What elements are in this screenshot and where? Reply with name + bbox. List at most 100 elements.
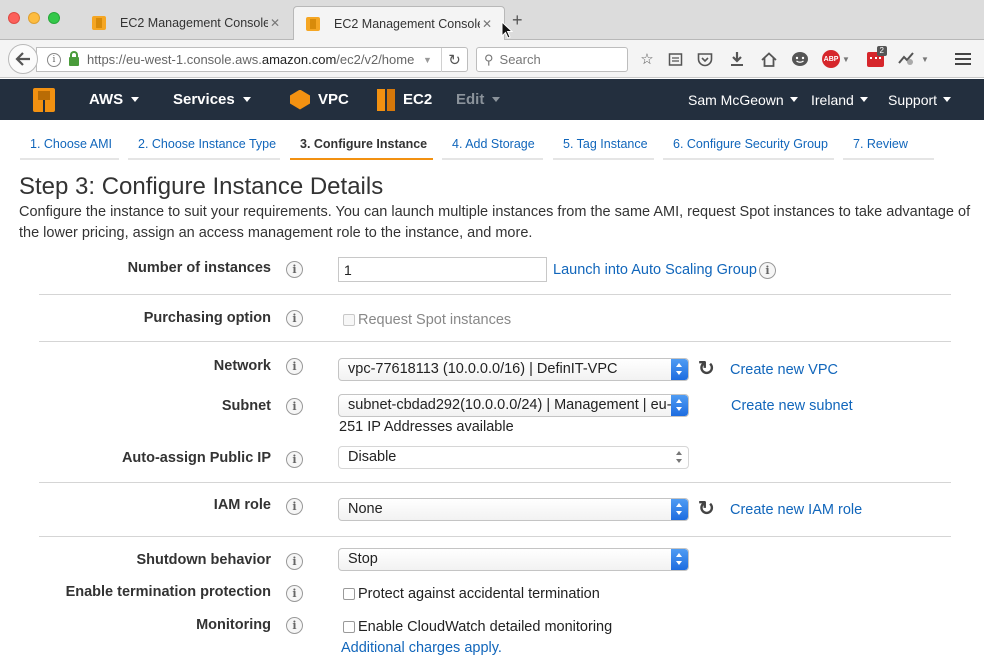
network-label: Network	[213, 358, 271, 374]
create-iam-role-link[interactable]: Create new IAM role	[730, 502, 862, 518]
notifications-icon[interactable]: 2	[864, 45, 887, 70]
menu-icon[interactable]	[952, 48, 974, 70]
refresh-icon[interactable]: ↻	[698, 359, 718, 379]
support-menu[interactable]: Support	[888, 79, 952, 120]
chat-icon[interactable]	[789, 48, 811, 70]
lock-icon	[69, 51, 79, 66]
spot-instances-checkbox[interactable]	[343, 314, 355, 326]
search-input[interactable]: Search	[500, 52, 541, 67]
select-arrows-icon	[671, 447, 688, 468]
close-tab-icon[interactable]: ✕	[480, 17, 494, 31]
search-bar[interactable]: ⚲ Search	[476, 47, 628, 72]
create-subnet-link[interactable]: Create new subnet	[731, 398, 853, 414]
step-choose-ami[interactable]: 1. Choose AMI	[20, 137, 119, 160]
termination-protection-checkbox[interactable]	[343, 588, 355, 600]
close-window-button[interactable]	[8, 12, 20, 24]
select-arrows-icon	[671, 359, 688, 380]
iam-role-select[interactable]: None	[338, 498, 689, 521]
edit-menu[interactable]: Edit	[456, 79, 501, 120]
chevron-down-icon	[943, 97, 952, 102]
iam-role-select-value: None	[348, 501, 383, 517]
pocket-icon[interactable]	[694, 48, 716, 70]
termination-label: Enable termination protection	[65, 584, 271, 600]
info-icon[interactable]: i	[759, 262, 776, 279]
region-menu[interactable]: Ireland	[811, 79, 868, 120]
network-select-value: vpc-77618113 (10.0.0.0/16) | DefinIT-VPC	[348, 361, 618, 377]
chevron-down-icon	[242, 97, 251, 102]
subnet-select[interactable]: subnet-cbdad292(10.0.0.0/24) | Managemen…	[338, 394, 689, 417]
wizard-steps: 1. Choose AMI 2. Choose Instance Type 3.…	[0, 120, 984, 160]
auto-scaling-link[interactable]: Launch into Auto Scaling Group	[553, 262, 757, 278]
aws-favicon-icon	[306, 17, 320, 31]
subnet-label: Subnet	[221, 398, 271, 414]
browser-tab-1[interactable]: EC2 Management Console ✕	[80, 6, 292, 40]
info-icon[interactable]: i	[286, 451, 303, 468]
reading-list-icon[interactable]	[664, 48, 686, 70]
aws-nav-bar: AWS Services VPC EC2 Edit Sam McGeown Ir…	[0, 79, 984, 120]
spot-instances-label: Request Spot instances	[358, 312, 512, 328]
extension-icon[interactable]: ▼	[895, 48, 931, 70]
public-ip-select-value: Disable	[348, 449, 397, 465]
new-tab-button[interactable]: +	[512, 11, 523, 29]
info-icon[interactable]: i	[286, 553, 303, 570]
refresh-icon[interactable]: ↻	[698, 499, 718, 519]
info-icon[interactable]: i	[286, 261, 303, 278]
downloads-icon[interactable]	[726, 48, 748, 70]
public-ip-select[interactable]: Disable	[338, 446, 689, 469]
aws-menu[interactable]: AWS	[89, 79, 140, 120]
instances-label: Number of instances	[127, 260, 271, 276]
browser-tab-title: EC2 Management Console	[120, 16, 268, 30]
select-arrows-icon	[671, 499, 688, 520]
termination-protection-label: Protect against accidental termination	[358, 586, 600, 602]
public-ip-label: Auto-assign Public IP	[121, 450, 271, 466]
instances-input[interactable]	[338, 257, 547, 282]
info-icon[interactable]: i	[286, 498, 303, 515]
user-menu[interactable]: Sam McGeown	[688, 79, 798, 120]
browser-tab-2[interactable]: EC2 Management Console ✕	[293, 6, 505, 41]
divider	[39, 536, 951, 537]
step-choose-instance-type[interactable]: 2. Choose Instance Type	[128, 137, 280, 160]
info-icon[interactable]: i	[286, 358, 303, 375]
back-button[interactable]	[8, 44, 38, 74]
mouse-cursor-icon	[501, 21, 513, 39]
url-text[interactable]: https://eu-west-1.console.aws.amazon.com…	[87, 52, 423, 67]
info-icon[interactable]: i	[286, 617, 303, 634]
divider	[39, 341, 951, 342]
site-info-icon[interactable]: i	[47, 52, 61, 67]
step-review[interactable]: 7. Review	[843, 137, 934, 160]
network-select[interactable]: vpc-77618113 (10.0.0.0/16) | DefinIT-VPC	[338, 358, 689, 381]
info-icon[interactable]: i	[286, 585, 303, 602]
step-configure-security-group[interactable]: 6. Configure Security Group	[663, 137, 834, 160]
step-tag-instance[interactable]: 5. Tag Instance	[553, 137, 654, 160]
minimize-window-button[interactable]	[28, 12, 40, 24]
chevron-down-icon	[859, 97, 868, 102]
browser-nav-bar: i https://eu-west-1.console.aws.amazon.c…	[0, 40, 984, 78]
create-vpc-link[interactable]: Create new VPC	[730, 362, 838, 378]
iam-role-label: IAM role	[213, 497, 271, 513]
cloudwatch-monitoring-checkbox[interactable]	[343, 621, 355, 633]
close-tab-icon[interactable]: ✕	[268, 16, 282, 30]
vpc-icon	[290, 89, 310, 110]
vpc-shortcut[interactable]: VPC	[290, 79, 349, 120]
step-configure-instance[interactable]: 3. Configure Instance	[290, 137, 433, 160]
services-menu[interactable]: Services	[173, 79, 251, 120]
divider	[39, 482, 951, 483]
home-icon[interactable]	[758, 48, 780, 70]
info-icon[interactable]: i	[286, 310, 303, 327]
additional-charges-link[interactable]: Additional charges apply.	[341, 640, 502, 656]
ec2-shortcut[interactable]: EC2	[377, 79, 432, 120]
url-bar[interactable]: i https://eu-west-1.console.aws.amazon.c…	[36, 47, 468, 72]
info-icon[interactable]: i	[286, 398, 303, 415]
aws-logo-icon[interactable]	[33, 79, 55, 120]
divider	[39, 294, 951, 295]
step-add-storage[interactable]: 4. Add Storage	[442, 137, 543, 160]
bookmark-star-icon[interactable]: ☆	[636, 48, 658, 70]
search-icon: ⚲	[484, 51, 494, 67]
shutdown-label: Shutdown behavior	[136, 552, 271, 568]
url-history-dropdown-icon[interactable]: ▼	[423, 55, 441, 65]
maximize-window-button[interactable]	[48, 12, 60, 24]
chevron-down-icon	[789, 97, 798, 102]
shutdown-select[interactable]: Stop	[338, 548, 689, 571]
adblock-icon[interactable]: ABP ▼	[821, 48, 851, 70]
reload-icon[interactable]: ↻	[441, 47, 467, 72]
